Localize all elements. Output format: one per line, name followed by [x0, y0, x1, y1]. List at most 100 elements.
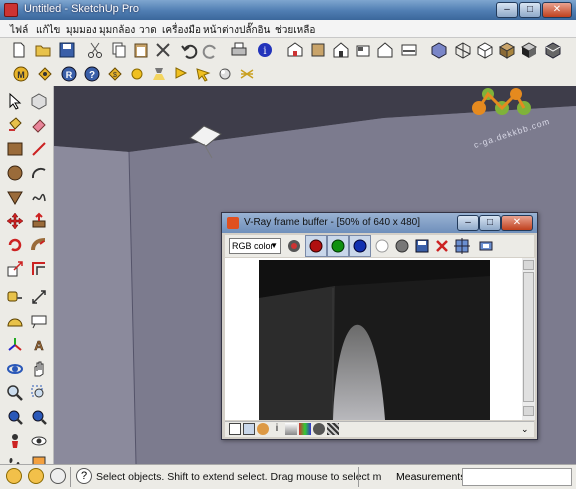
zoom-window-icon[interactable] — [28, 382, 50, 404]
vfb-maximize-button[interactable]: □ — [479, 215, 501, 231]
zoom-extents-icon[interactable] — [4, 406, 26, 428]
save-image-icon[interactable] — [411, 235, 433, 257]
dimension-tool-icon[interactable] — [28, 286, 50, 308]
vray-material-editor-icon[interactable]: M — [10, 63, 32, 85]
new-file-icon[interactable] — [8, 39, 30, 61]
alpha-channel-button[interactable] — [371, 235, 393, 257]
monochrome-style-icon[interactable] — [542, 39, 564, 61]
menu-view[interactable]: มุมมอง — [66, 23, 97, 38]
xray-style-icon[interactable] — [428, 39, 450, 61]
channel-select[interactable]: RGB color ▼ — [229, 238, 281, 254]
vfb-close-button[interactable]: ✕ — [501, 215, 533, 231]
shaded-textures-style-icon[interactable] — [518, 39, 540, 61]
left-view-icon[interactable] — [398, 39, 420, 61]
help-icon[interactable]: ? — [76, 468, 92, 484]
clear-image-icon[interactable] — [431, 235, 453, 257]
scale-tool-icon[interactable] — [4, 258, 26, 280]
rotate-tool-icon[interactable] — [4, 234, 26, 256]
freehand-tool-icon[interactable] — [28, 186, 50, 208]
orbit-tool-icon[interactable] — [4, 358, 26, 380]
hidden-line-style-icon[interactable] — [474, 39, 496, 61]
tape-measure-icon[interactable] — [4, 286, 26, 308]
back-view-icon[interactable] — [374, 39, 396, 61]
vfb-minimize-button[interactable]: ‒ — [457, 215, 479, 231]
green-channel-button[interactable] — [327, 235, 349, 257]
vray-render-icon[interactable]: R — [58, 63, 80, 85]
scroll-thumb[interactable] — [523, 272, 534, 402]
menu-window[interactable]: หน้าต่าง — [203, 23, 239, 38]
wireframe-style-icon[interactable] — [452, 39, 474, 61]
vray-frame-buffer-icon[interactable]: $ — [104, 63, 126, 85]
eraser-icon[interactable] — [28, 114, 50, 136]
save-icon[interactable] — [56, 39, 78, 61]
red-channel-button[interactable] — [305, 235, 327, 257]
open-folder-icon[interactable] — [32, 39, 54, 61]
follow-me-tool-icon[interactable] — [28, 234, 50, 256]
geo-location-icon[interactable] — [6, 468, 22, 484]
menu-plugins[interactable]: ปลั๊กอิน — [239, 23, 270, 38]
omni-light-icon[interactable] — [126, 63, 148, 85]
spot-light-icon[interactable] — [148, 63, 170, 85]
menu-help[interactable]: ช่วยเหลือ — [275, 23, 315, 38]
select-tool-icon[interactable] — [4, 90, 26, 112]
rectangle-tool-icon[interactable] — [4, 138, 26, 160]
move-tool-icon[interactable] — [4, 210, 26, 232]
protractor-tool-icon[interactable] — [4, 310, 26, 332]
vfb-lut-icon[interactable] — [257, 423, 269, 435]
vfb-info-icon[interactable]: i — [271, 423, 283, 435]
vfb-exposure-icon[interactable] — [313, 423, 325, 435]
line-tool-icon[interactable] — [28, 138, 50, 160]
3d-text-tool-icon[interactable]: A — [28, 334, 50, 356]
zoom-tool-icon[interactable] — [4, 382, 26, 404]
shaded-style-icon[interactable] — [496, 39, 518, 61]
look-around-icon[interactable] — [28, 430, 50, 452]
copy-icon[interactable] — [108, 39, 130, 61]
vfb-histogram-icon[interactable] — [285, 423, 297, 435]
vfb-color-icon[interactable] — [299, 423, 311, 435]
axes-tool-icon[interactable] — [4, 334, 26, 356]
menu-camera[interactable]: มุมกล้อง — [99, 23, 135, 38]
circle-tool-icon[interactable] — [4, 162, 26, 184]
credits-icon[interactable] — [28, 468, 44, 484]
vfb-history-icon[interactable] — [229, 423, 241, 435]
minimize-button[interactable]: ‒ — [496, 2, 518, 18]
push-pull-tool-icon[interactable] — [28, 210, 50, 232]
menu-draw[interactable]: วาด — [139, 23, 157, 38]
arc-tool-icon[interactable] — [28, 162, 50, 184]
previous-view-icon[interactable] — [28, 406, 50, 428]
front-view-icon[interactable] — [330, 39, 352, 61]
render-canvas[interactable] — [225, 258, 523, 420]
ies-light-icon[interactable] — [214, 63, 236, 85]
paint-bucket-icon[interactable] — [4, 114, 26, 136]
vray-options-icon[interactable] — [34, 63, 56, 85]
blue-channel-button[interactable] — [349, 235, 371, 257]
vfb-expand-icon[interactable]: ⌄ — [521, 423, 533, 435]
polygon-tool-icon[interactable] — [4, 186, 26, 208]
measurements-input[interactable] — [462, 468, 572, 486]
model-info-icon[interactable]: i — [254, 39, 276, 61]
menu-edit[interactable]: แก้ไข — [36, 23, 60, 38]
track-mouse-icon[interactable] — [451, 235, 473, 257]
offset-tool-icon[interactable] — [28, 258, 50, 280]
user-icon[interactable] — [50, 468, 66, 484]
cut-icon[interactable] — [84, 39, 106, 61]
maximize-button[interactable]: □ — [519, 2, 541, 18]
text-tool-icon[interactable] — [28, 310, 50, 332]
print-icon[interactable] — [228, 39, 250, 61]
vray-help-icon[interactable]: ? — [81, 63, 103, 85]
menu-tools[interactable]: เครื่องมือ — [162, 23, 201, 38]
erase-icon[interactable] — [152, 39, 174, 61]
undo-icon[interactable] — [178, 39, 200, 61]
vfb-display-corrections-icon[interactable] — [243, 423, 255, 435]
vfb-pixel-aspect-icon[interactable] — [327, 423, 339, 435]
scroll-up-arrow[interactable] — [523, 260, 534, 270]
iso-view-icon[interactable] — [284, 39, 306, 61]
color-channels-icon[interactable] — [283, 235, 305, 257]
paste-icon[interactable] — [130, 39, 152, 61]
vray-proxy-icon[interactable] — [236, 63, 258, 85]
close-button[interactable]: ✕ — [542, 2, 572, 18]
make-component-icon[interactable] — [28, 90, 50, 112]
render-region-icon[interactable] — [475, 235, 497, 257]
sphere-light-icon[interactable] — [192, 63, 214, 85]
pan-tool-icon[interactable] — [28, 358, 50, 380]
